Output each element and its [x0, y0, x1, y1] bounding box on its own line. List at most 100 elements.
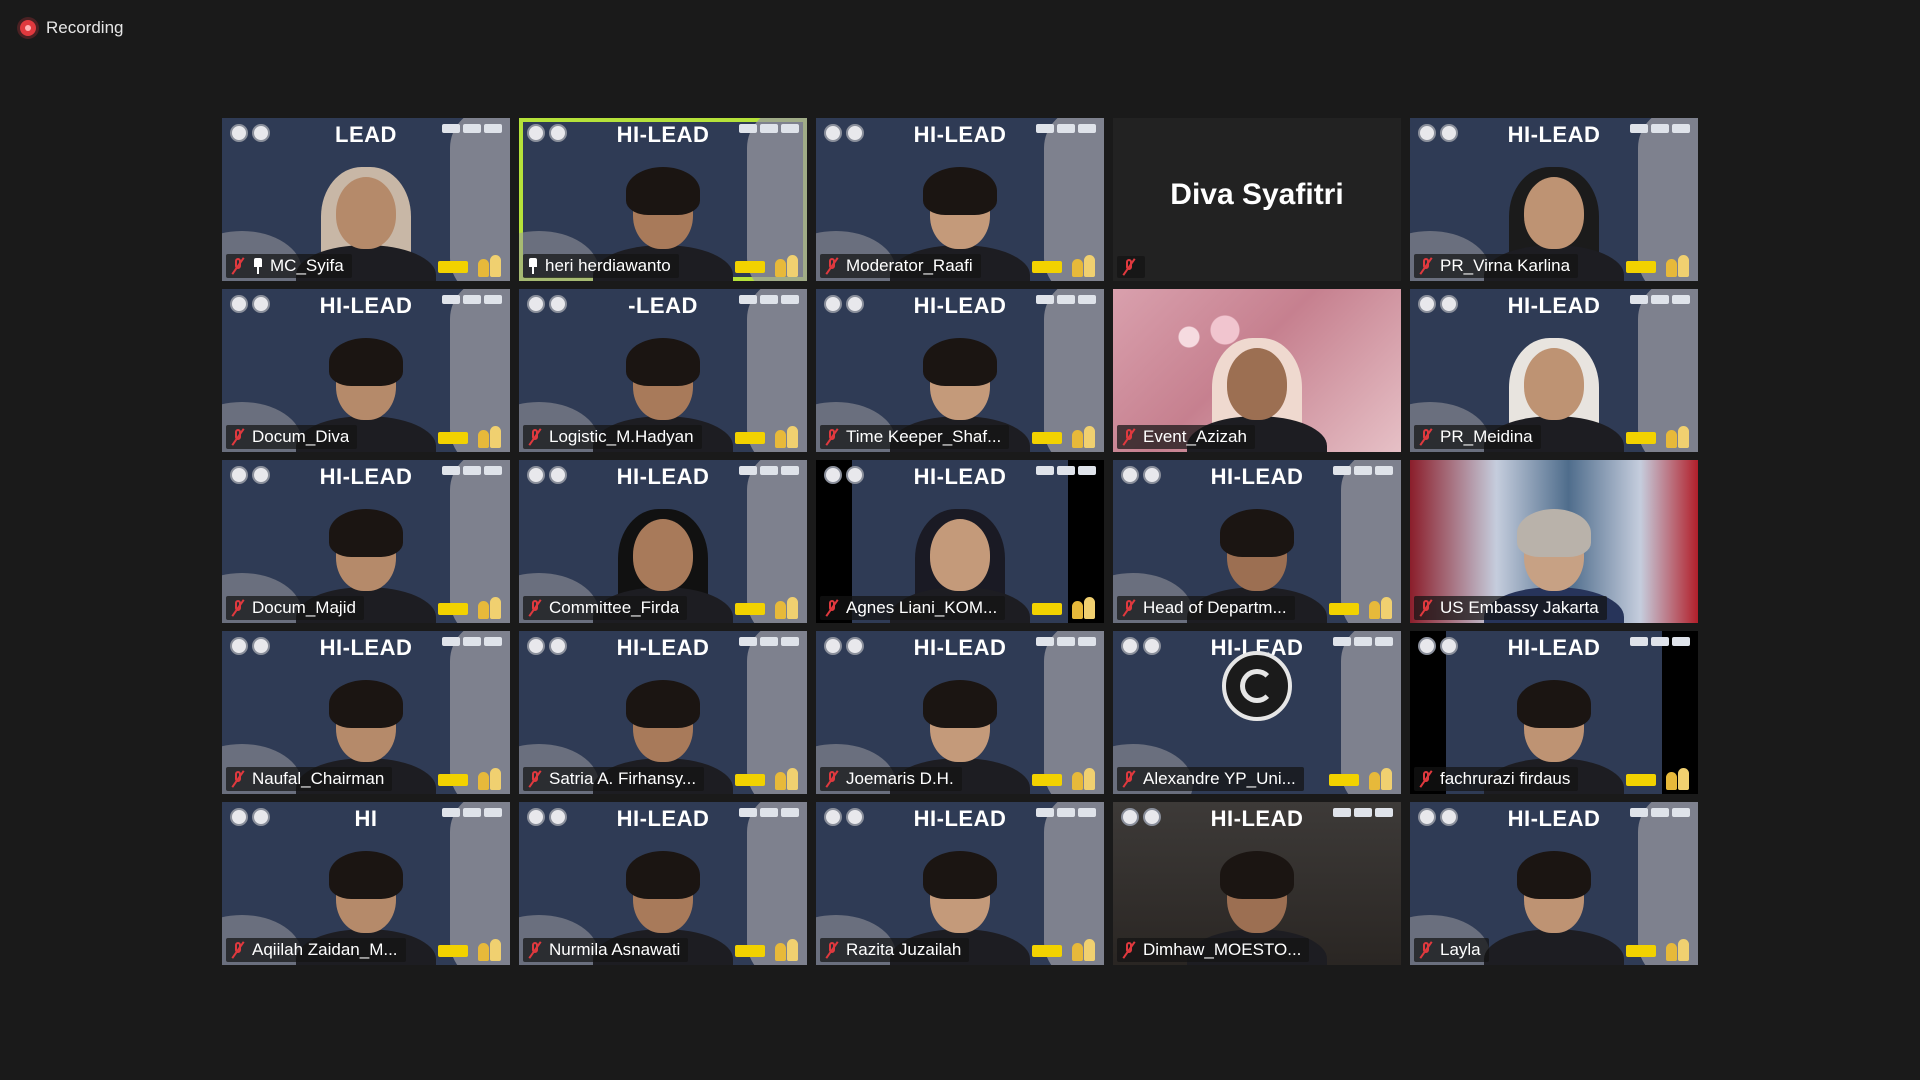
participant-tile[interactable]: HI-LEAD Moderator_Raafi: [816, 118, 1104, 281]
yellow-badge: [1032, 603, 1062, 615]
participant-name: Dimhaw_MOESTO...: [1143, 940, 1302, 959]
mic-muted-icon: [1121, 599, 1137, 617]
participant-tile[interactable]: HI-LEAD Joemaris D.H.: [816, 631, 1104, 794]
partner-logos: [739, 637, 799, 646]
participant-name: Agnes Liani_KOM...: [846, 598, 998, 617]
participant-tile[interactable]: HI-LEAD Docum_Majid: [222, 460, 510, 623]
participant-name: Aqiilah Zaidan_M...: [252, 940, 398, 959]
yellow-badge: [1626, 774, 1656, 786]
participant-tile[interactable]: HI-LEAD PR_Meidina: [1410, 289, 1698, 452]
participant-name-bar: Agnes Liani_KOM...: [820, 596, 1006, 620]
mic-muted-icon: [527, 428, 543, 446]
logo-icon: [1121, 637, 1139, 655]
logo-icon: [1143, 637, 1161, 655]
partner-logos: [1630, 808, 1690, 817]
participant-tile[interactable]: HI-LEAD fachrurazi firdaus: [1410, 631, 1698, 794]
participant-name-bar: Dimhaw_MOESTO...: [1117, 938, 1310, 962]
mic-muted-icon: [1121, 428, 1137, 446]
mic-muted-icon: [1418, 770, 1434, 788]
partner-logos: [1333, 466, 1393, 475]
hilead-banner: HI-LEAD: [1210, 464, 1304, 489]
participant-name: Docum_Diva: [252, 427, 350, 446]
mascot-icon: [476, 422, 504, 448]
participant-tile[interactable]: LEAD MC_Syifa: [222, 118, 510, 281]
mic-muted-icon: [1418, 257, 1434, 275]
partner-logos: [1630, 295, 1690, 304]
sponsor-logos: [824, 124, 864, 142]
participant-tile[interactable]: HI-LEAD Agnes Liani_KOM...: [816, 460, 1104, 623]
partner-logos: [739, 124, 799, 133]
hilead-banner: HI-LEAD: [319, 635, 413, 660]
participant-name-bar: Razita Juzailah: [820, 938, 970, 962]
participant-tile[interactable]: HI-LEAD Layla: [1410, 802, 1698, 965]
mic-muted-icon: [230, 599, 246, 617]
logo-icon: [1418, 637, 1436, 655]
logo-icon: [527, 808, 545, 826]
partner-logos: [1036, 295, 1096, 304]
logo-icon: [1143, 808, 1161, 826]
logo-icon: [1121, 466, 1139, 484]
yellow-badge: [1626, 432, 1656, 444]
hilead-banner: HI-LEAD: [913, 464, 1007, 489]
participant-name-bar: Moderator_Raafi: [820, 254, 981, 278]
logo-icon: [549, 124, 567, 142]
sponsor-logos: [527, 637, 567, 655]
logo-icon: [230, 808, 248, 826]
participant-tile[interactable]: HI-LEAD Razita Juzailah: [816, 802, 1104, 965]
participant-name-bar: Aqiilah Zaidan_M...: [226, 938, 406, 962]
logo-icon: [527, 466, 545, 484]
participant-tile[interactable]: HI-LEAD heri herdiawanto: [519, 118, 807, 281]
participant-tile[interactable]: HI-LEAD Head of Departm...: [1113, 460, 1401, 623]
yellow-badge: [438, 945, 468, 957]
participant-display-name: Diva Syafitri: [1170, 178, 1344, 211]
sponsor-logos: [230, 295, 270, 313]
hilead-banner: -LEAD: [628, 293, 698, 318]
logo-icon: [1418, 295, 1436, 313]
hilead-banner: HI-LEAD: [913, 806, 1007, 831]
mascot-icon: [1070, 593, 1098, 619]
mic-muted-icon: [527, 770, 543, 788]
mascot-icon: [1664, 251, 1692, 277]
hilead-banner: HI-LEAD: [616, 635, 710, 660]
participant-name: Nurmila Asnawati: [549, 940, 681, 959]
logo-icon: [824, 637, 842, 655]
participant-name: Moderator_Raafi: [846, 256, 973, 275]
hilead-banner: HI-LEAD: [913, 635, 1007, 660]
mic-muted-icon: [824, 599, 840, 617]
participant-name: PR_Meidina: [1440, 427, 1533, 446]
participant-tile[interactable]: HI-LEAD Satria A. Firhansy...: [519, 631, 807, 794]
recording-indicator[interactable]: Recording: [20, 18, 124, 38]
sponsor-logos: [1418, 124, 1458, 142]
participant-tile[interactable]: HI-LEAD PR_Virna Karlina: [1410, 118, 1698, 281]
participant-tile[interactable]: HI-LEAD Dimhaw_MOESTO...: [1113, 802, 1401, 965]
logo-icon: [824, 295, 842, 313]
partner-logos: [442, 637, 502, 646]
logo-icon: [824, 466, 842, 484]
logo-icon: [252, 808, 270, 826]
hilead-banner: HI-LEAD: [616, 122, 710, 147]
pin-icon: [527, 258, 539, 274]
participant-tile[interactable]: Event_Azizah: [1113, 289, 1401, 452]
mascot-icon: [1070, 422, 1098, 448]
sponsor-logos: [527, 466, 567, 484]
yellow-badge: [735, 774, 765, 786]
participant-tile[interactable]: HI-LEAD Naufal_Chairman: [222, 631, 510, 794]
partner-logos: [1333, 637, 1393, 646]
yellow-badge: [1032, 945, 1062, 957]
logo-icon: [846, 808, 864, 826]
partner-logos: [1036, 637, 1096, 646]
participant-tile[interactable]: HI-LEAD Committee_Firda: [519, 460, 807, 623]
hilead-banner: HI-LEAD: [616, 464, 710, 489]
participant-tile[interactable]: HI-LEAD Time Keeper_Shaf...: [816, 289, 1104, 452]
participant-tile[interactable]: HI-LEAD Alexandre YP_Uni...: [1113, 631, 1401, 794]
participant-tile[interactable]: HI-LEAD Nurmila Asnawati: [519, 802, 807, 965]
hilead-banner: HI-LEAD: [913, 293, 1007, 318]
participant-tile[interactable]: -LEAD Logistic_M.Hadyan: [519, 289, 807, 452]
participant-tile[interactable]: US Embassy Jakarta: [1410, 460, 1698, 623]
participant-tile[interactable]: HI-LEAD Docum_Diva: [222, 289, 510, 452]
yellow-badge: [1032, 432, 1062, 444]
hilead-banner: LEAD: [335, 122, 397, 147]
participant-tile[interactable]: HI Aqiilah Zaidan_M...: [222, 802, 510, 965]
participant-tile[interactable]: Diva Syafitri: [1113, 118, 1401, 281]
yellow-badge: [438, 774, 468, 786]
